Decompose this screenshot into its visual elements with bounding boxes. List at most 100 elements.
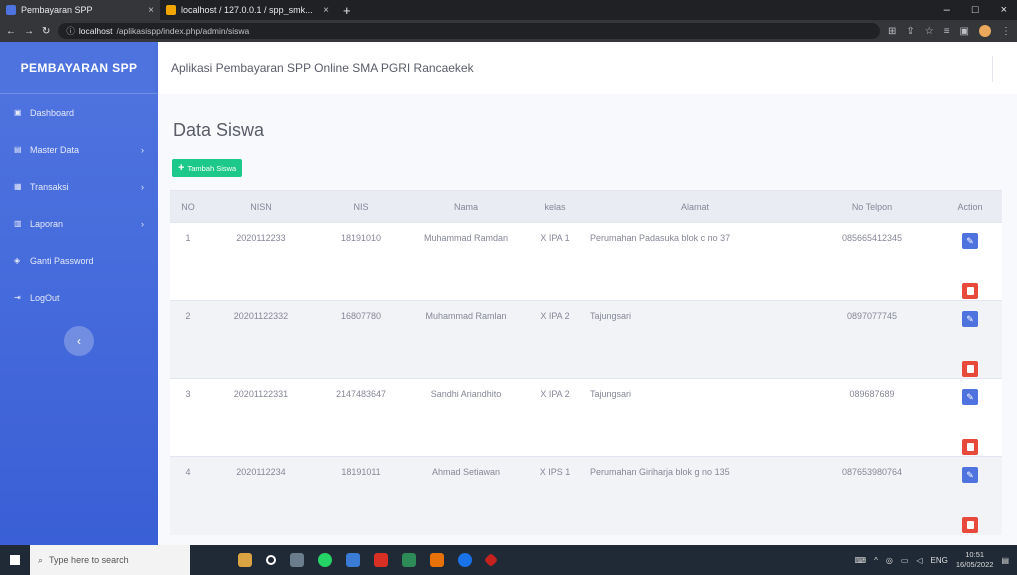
browser-tab-active[interactable]: Pembayaran SPP ×	[0, 0, 160, 20]
clock[interactable]: 10:51 16/05/2022	[956, 550, 994, 570]
file-explorer-icon[interactable]	[346, 553, 360, 567]
keyboard-icon[interactable]: ⌨	[855, 556, 867, 565]
cell-telp: 085665412345	[806, 222, 938, 301]
column-header-kelas[interactable]: kelas	[526, 190, 584, 223]
delete-button[interactable]	[962, 361, 978, 377]
table-row: 2 20201122332 16807780 Muhammad Ramlan X…	[170, 300, 1002, 379]
cell-nama: Muhammad Ramdan	[406, 222, 526, 301]
cell-action: ✎	[938, 378, 1002, 457]
volume-icon[interactable]: ◁	[916, 556, 922, 565]
table-header-row: NO NISN NIS Nama kelas Alamat No Telpon …	[170, 190, 1002, 223]
column-header-no[interactable]: NO	[170, 190, 206, 223]
sidebar-item-label: LogOut	[30, 292, 60, 303]
column-header-nisn[interactable]: NISN	[206, 190, 316, 223]
xampp-icon[interactable]	[402, 553, 416, 567]
clock-time: 10:51	[965, 550, 985, 559]
translate-icon[interactable]: ⊞	[888, 26, 896, 37]
trash-icon	[966, 443, 974, 451]
menu-kebab-icon[interactable]: ⋮	[1001, 26, 1011, 37]
tray-expand-icon[interactable]: ^	[874, 556, 878, 565]
edit-button[interactable]: ✎	[962, 311, 978, 327]
network-icon[interactable]: ◎	[886, 556, 893, 565]
app-diamond-icon[interactable]	[483, 552, 499, 568]
cell-kelas: X IPA 2	[526, 378, 584, 457]
cell-nisn: 2020112234	[206, 456, 316, 535]
browser-tab[interactable]: localhost / 127.0.0.1 / spp_smk... ×	[160, 0, 335, 20]
sidebar-item-dashboard[interactable]: ▣ Dashboard	[0, 94, 158, 131]
plus-icon: +	[178, 162, 185, 174]
task-view-icon[interactable]	[290, 553, 304, 567]
delete-button[interactable]	[962, 517, 978, 533]
edit-icon: ✎	[966, 235, 974, 246]
close-window-button[interactable]: ×	[1001, 4, 1007, 16]
cell-alamat: Perumahan Giriharja blok g no 135	[584, 456, 806, 535]
extensions-icon[interactable]: ≡	[944, 26, 950, 37]
cell-alamat: Perumahan Padasuka blok c no 37	[584, 222, 806, 301]
clock-date: 16/05/2022	[955, 560, 994, 569]
sidebar-item-ganti-password[interactable]: ◈ Ganti Password	[0, 242, 158, 279]
cell-nisn: 20201122332	[206, 300, 316, 379]
back-icon[interactable]: ←	[6, 26, 16, 37]
student-table: NO NISN NIS Nama kelas Alamat No Telpon …	[170, 190, 1002, 535]
start-button[interactable]	[0, 545, 30, 575]
column-header-nama[interactable]: Nama	[406, 190, 526, 223]
chrome-icon[interactable]	[458, 553, 472, 567]
sidebar-item-laporan[interactable]: ▥ Laporan ›	[0, 205, 158, 242]
folder-icon: ▤	[14, 145, 22, 154]
table-row: 3 20201122331 2147483647 Sandhi Ariandhi…	[170, 378, 1002, 457]
delete-button[interactable]	[962, 283, 978, 299]
battery-icon[interactable]: ▭	[901, 556, 909, 565]
column-header-nis[interactable]: NIS	[316, 190, 406, 223]
sidebar-brand[interactable]: PEMBAYARAN SPP	[0, 42, 158, 94]
windows-logo-icon	[10, 555, 20, 565]
maximize-button[interactable]: □	[972, 4, 979, 16]
trash-icon	[966, 521, 974, 529]
trash-icon	[966, 365, 974, 373]
sidebar-item-label: Laporan	[30, 218, 64, 229]
bookmark-star-icon[interactable]: ☆	[925, 26, 934, 37]
profile-avatar[interactable]	[979, 25, 991, 37]
forward-icon[interactable]: →	[24, 26, 34, 37]
reload-icon[interactable]: ↻	[42, 26, 50, 37]
topbar-divider	[992, 56, 993, 82]
add-student-button[interactable]: + Tambah Siswa	[172, 159, 243, 177]
app-red-icon[interactable]	[374, 553, 388, 567]
lock-icon: ◈	[14, 256, 21, 265]
sidebar-item-logout[interactable]: ⇥ LogOut	[0, 279, 158, 316]
sidebar-item-label: Transaksi	[30, 181, 69, 192]
sidebar-item-label: Master Data	[30, 144, 80, 155]
notification-icon[interactable]: ▤	[1001, 556, 1009, 565]
page-title: Data Siswa	[173, 120, 265, 140]
search-icon: ⌕	[38, 554, 44, 565]
new-tab-button[interactable]: +	[335, 3, 359, 18]
cell-kelas: X IPS 1	[526, 456, 584, 535]
address-bar[interactable]: ⓘ localhost /aplikasispp/index.php/admin…	[58, 23, 880, 39]
column-header-telp[interactable]: No Telpon	[806, 190, 938, 223]
sidebar-toggle-button[interactable]: ‹	[64, 326, 94, 356]
sidebar-item-transaksi[interactable]: ▦ Transaksi ›	[0, 168, 158, 205]
delete-button[interactable]	[962, 439, 978, 455]
cortana-icon[interactable]	[266, 555, 276, 565]
taskbar-search[interactable]: ⌕ Type here to search	[30, 545, 190, 575]
whatsapp-icon[interactable]	[318, 553, 332, 567]
edit-icon: ✎	[966, 313, 974, 324]
sidepanel-icon[interactable]: ▣	[960, 26, 969, 37]
minimize-button[interactable]: –	[944, 4, 950, 16]
pinned-app-icon[interactable]	[238, 553, 252, 567]
tab-close-icon[interactable]: ×	[148, 5, 154, 16]
language-indicator[interactable]: ENG	[931, 556, 948, 565]
column-header-alamat[interactable]: Alamat	[584, 190, 806, 223]
phpmyadmin-favicon-icon	[166, 5, 176, 15]
edit-button[interactable]: ✎	[962, 467, 978, 483]
cell-kelas: X IPA 1	[526, 222, 584, 301]
app-orange-icon[interactable]	[430, 553, 444, 567]
window-controls: – □ ×	[944, 4, 1017, 16]
tab-close-icon[interactable]: ×	[323, 5, 329, 16]
trash-icon	[966, 287, 974, 295]
edit-button[interactable]: ✎	[962, 233, 978, 249]
taskbar-search-placeholder: Type here to search	[49, 555, 129, 565]
sidebar-item-master-data[interactable]: ▤ Master Data ›	[0, 131, 158, 168]
edit-button[interactable]: ✎	[962, 389, 978, 405]
share-icon[interactable]: ⇪	[906, 26, 914, 37]
system-tray: ⌨ ^ ◎ ▭ ◁ ENG 10:51 16/05/2022 ▤	[855, 550, 1017, 570]
